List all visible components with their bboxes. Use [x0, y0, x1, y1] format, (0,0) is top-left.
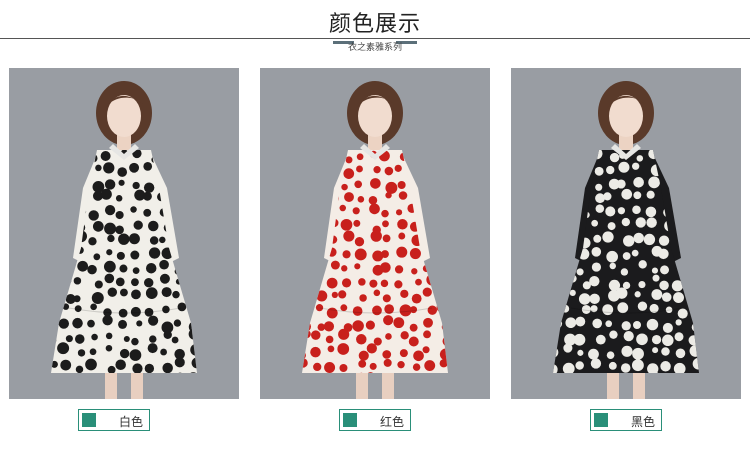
color-label-text: 黑色: [630, 415, 655, 429]
color-label-text: 红色: [379, 415, 404, 429]
color-label-black[interactable]: 黑色: [590, 409, 662, 431]
section-title: 颜色展示: [328, 12, 421, 37]
color-swatch-square: [82, 413, 96, 427]
color-label-red[interactable]: 红色: [339, 409, 411, 431]
section-subtitle: 衣之素雅系列: [347, 43, 402, 53]
color-label-white[interactable]: 白色: [78, 409, 150, 431]
product-photo-red[interactable]: [260, 68, 490, 399]
model-illustration-red: [302, 81, 448, 399]
section-header: 颜色展示 衣之素雅系列: [0, 0, 750, 60]
header-divider: [0, 38, 750, 39]
model-illustration-white: [51, 81, 197, 399]
model-illustration-black: [553, 81, 699, 399]
product-photo-white[interactable]: [9, 68, 239, 399]
color-swatch-square: [343, 413, 357, 427]
color-label-text: 白色: [118, 415, 143, 429]
polka-dot-pattern: [51, 150, 197, 373]
color-swatch-square: [594, 413, 608, 427]
product-photo-black[interactable]: [511, 68, 741, 399]
